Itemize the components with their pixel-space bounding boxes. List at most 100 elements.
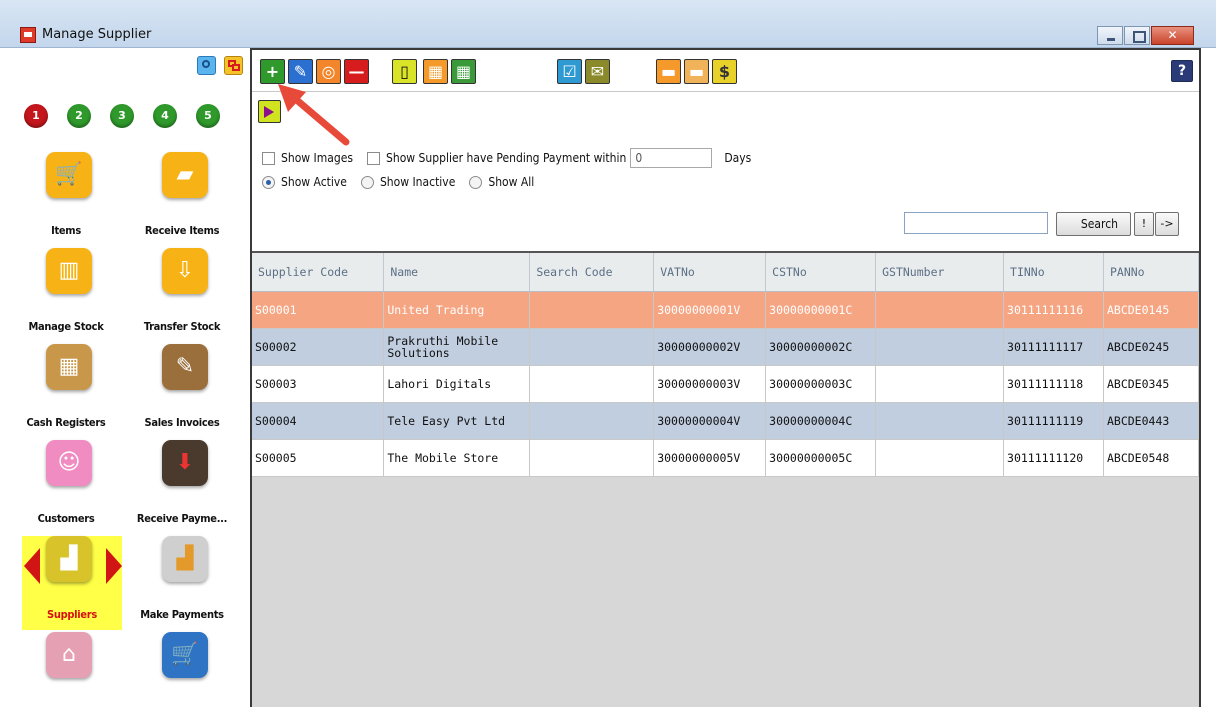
table-row[interactable]: S00002 Prakruthi Mobile Solutions 300000…: [252, 328, 1199, 366]
step-4-icon[interactable]: 4: [153, 104, 177, 128]
supplier-grid: Supplier Code Name Search Code VATNo CST…: [252, 251, 1199, 707]
col-cstno[interactable]: CSTNo: [765, 253, 877, 292]
nav-store[interactable]: ⌂: [16, 632, 116, 707]
table-row[interactable]: S00005 The Mobile Store 30000000005V 300…: [252, 439, 1199, 477]
pending-payment-checkbox[interactable]: [367, 151, 380, 165]
nav-make-payments-label: Make Payments: [140, 608, 224, 621]
cell-name: Lahori Digitals: [383, 365, 531, 403]
cell-name: United Trading: [383, 291, 531, 329]
new-doc-button[interactable]: ▯: [392, 59, 417, 84]
table-row[interactable]: S00001 United Trading 30000000001V 30000…: [252, 291, 1199, 329]
cell-supplier-code: S00004: [252, 402, 385, 440]
checklist-button[interactable]: ☑: [557, 59, 582, 84]
table-row[interactable]: S00003 Lahori Digitals 30000000003V 3000…: [252, 365, 1199, 403]
cell-tinno: 30111111119: [1003, 402, 1104, 440]
show-active-radio[interactable]: [262, 175, 275, 189]
factory-money-button[interactable]: $: [712, 59, 737, 84]
window-right-edge: [1201, 48, 1216, 707]
supplier-table: Supplier Code Name Search Code VATNo CST…: [252, 253, 1199, 477]
search-button[interactable]: Search: [1056, 212, 1131, 236]
factory-icon: ▟: [46, 536, 92, 582]
filter-row-2: Show Active Show Inactive Show All: [262, 170, 751, 194]
grid-button[interactable]: ▦: [423, 59, 448, 84]
col-tinno[interactable]: TINNo: [1003, 253, 1104, 292]
customers-icon: ☺: [46, 440, 92, 486]
sidebar-top-icons: [197, 56, 243, 75]
delete-button[interactable]: —: [344, 59, 369, 84]
make-payment-icon: ▟: [162, 536, 208, 582]
app-cart-icon: [20, 27, 36, 43]
windows-icon[interactable]: [224, 56, 243, 75]
col-search-code[interactable]: Search Code: [529, 253, 655, 292]
truck-button[interactable]: ▬: [656, 59, 681, 84]
cell-cstno: 30000000003C: [765, 365, 877, 403]
show-inactive-radio[interactable]: [360, 175, 374, 189]
cell-cstno: 30000000002C: [765, 328, 877, 366]
nav-receive-items[interactable]: ▰ Receive Items: [132, 152, 232, 246]
invoice-icon: ✎: [162, 344, 208, 390]
nav-suppliers-label: Suppliers: [47, 608, 97, 621]
cell-name: Prakruthi Mobile Solutions: [383, 328, 531, 366]
col-vatno[interactable]: VATNo: [653, 253, 767, 292]
nav-items[interactable]: 🛒 Items: [16, 152, 116, 246]
filter-row-1: Show Images Show Supplier have Pending P…: [262, 146, 751, 170]
cell-supplier-code: S00005: [252, 439, 385, 477]
truck-alt-button[interactable]: ▬: [684, 59, 709, 84]
nav-make-payments[interactable]: ▟ Make Payments: [132, 536, 232, 630]
view-button[interactable]: ◎: [316, 59, 341, 84]
step-3-icon[interactable]: 3: [110, 104, 134, 128]
nav-cash-registers[interactable]: ▦ Cash Registers: [16, 344, 116, 438]
export-button[interactable]: [258, 100, 281, 123]
pending-payment-label: Show Supplier have Pending Payment withi…: [386, 151, 627, 165]
edit-button[interactable]: ✎: [288, 59, 313, 84]
nav-cart-remove[interactable]: 🛒: [132, 632, 232, 707]
show-all-label: Show All: [488, 175, 535, 189]
next-button[interactable]: ->: [1155, 212, 1179, 236]
show-active-label: Show Active: [281, 175, 347, 189]
right-arrow-icon: [106, 548, 122, 584]
pending-days-input[interactable]: 0: [630, 148, 713, 168]
nav-transfer-stock[interactable]: ⇩ Transfer Stock: [132, 248, 232, 342]
col-name[interactable]: Name: [383, 253, 531, 292]
step-indicators: 1 2 3 4 5: [24, 104, 220, 128]
col-gstnumber[interactable]: GSTNumber: [875, 253, 1005, 292]
cell-vatno: 30000000002V: [653, 328, 767, 366]
add-button[interactable]: +: [260, 59, 285, 84]
cell-gstnumber: [875, 328, 1005, 366]
email-button[interactable]: ✉: [585, 59, 610, 84]
minimize-button[interactable]: [1097, 26, 1123, 45]
show-all-radio[interactable]: [469, 175, 483, 189]
nav-sales-invoices[interactable]: ✎ Sales Invoices: [132, 344, 232, 438]
cell-gstnumber: [875, 291, 1005, 329]
search-input[interactable]: [904, 212, 1048, 234]
show-images-checkbox[interactable]: [262, 151, 275, 165]
cell-search-code: [529, 402, 655, 440]
window-controls: ✕: [1096, 26, 1194, 45]
close-button[interactable]: ✕: [1151, 26, 1194, 45]
nav-receive-payments[interactable]: ⬇ Receive Payme...: [132, 440, 232, 534]
transfer-icon: ⇩: [162, 248, 208, 294]
step-2-icon[interactable]: 2: [67, 104, 91, 128]
cell-supplier-code: S00001: [252, 291, 385, 329]
col-panno[interactable]: PANNo: [1103, 253, 1199, 292]
step-5-icon[interactable]: 5: [196, 104, 220, 128]
nav-manage-stock[interactable]: ▥ Manage Stock: [16, 248, 116, 342]
nav-suppliers[interactable]: ▟ Suppliers: [22, 536, 122, 630]
table-row[interactable]: S00004 Tele Easy Pvt Ltd 30000000004V 30…: [252, 402, 1199, 440]
help-button[interactable]: ?: [1171, 60, 1193, 82]
truck-icon: ▰: [162, 152, 208, 198]
cell-search-code: [529, 291, 655, 329]
maximize-button[interactable]: [1124, 26, 1150, 45]
exclaim-button[interactable]: !: [1134, 212, 1154, 236]
cell-gstnumber: [875, 402, 1005, 440]
step-1-icon[interactable]: 1: [24, 104, 48, 128]
cart-remove-icon: 🛒: [162, 632, 208, 678]
search-icon[interactable]: [197, 56, 216, 75]
grid-down-button[interactable]: ▦: [451, 59, 476, 84]
left-arrow-icon: [24, 548, 40, 584]
cell-gstnumber: [875, 365, 1005, 403]
nav-customers[interactable]: ☺ Customers: [16, 440, 116, 534]
cell-cstno: 30000000001C: [765, 291, 877, 329]
col-supplier-code[interactable]: Supplier Code: [252, 253, 385, 292]
cell-tinno: 30111111118: [1003, 365, 1104, 403]
